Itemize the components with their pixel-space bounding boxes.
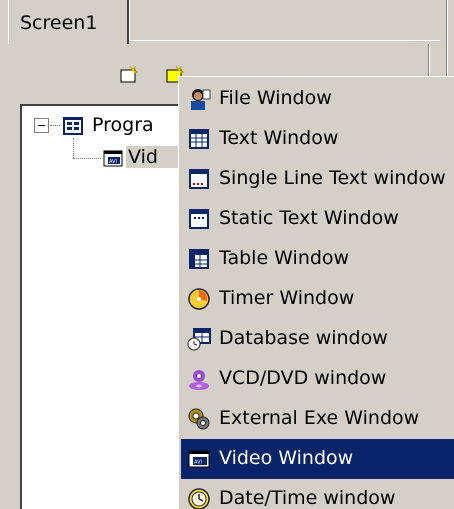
svg-text:AVI: AVI xyxy=(109,159,117,165)
single-line-text-icon xyxy=(187,167,211,191)
timer-icon xyxy=(187,287,211,311)
menu-item-date-time-window[interactable]: Date/Time window xyxy=(181,479,454,509)
menu-item-video-window[interactable]: AVI Video Window xyxy=(181,439,454,479)
menu-item-label: Table Window xyxy=(219,247,350,269)
menu-item-database-window[interactable]: Database window xyxy=(181,319,454,359)
grid-icon xyxy=(187,127,211,151)
menu-item-vcd-dvd-window[interactable]: VCD/DVD window xyxy=(181,359,454,399)
video-item-icon: AVI xyxy=(102,147,124,169)
menu-item-label: Static Text Window xyxy=(219,207,399,229)
svg-text:AVI: AVI xyxy=(194,460,202,466)
tree-item-video[interactable]: Vid xyxy=(126,146,182,168)
new-item-icon[interactable] xyxy=(118,64,140,86)
tab-edge xyxy=(129,0,130,40)
menu-item-label: VCD/DVD window xyxy=(219,367,387,389)
database-icon xyxy=(187,327,211,351)
gears-icon xyxy=(187,407,211,431)
menu-item-text-window[interactable]: Text Window xyxy=(181,119,454,159)
tab-screen1[interactable]: Screen1 xyxy=(8,0,129,44)
table-icon xyxy=(187,247,211,271)
menu-item-label: Text Window xyxy=(219,127,339,149)
collapse-toggle[interactable] xyxy=(34,118,49,133)
insert-window-menu: File Window Text Window Single Line Text… xyxy=(178,76,454,509)
static-text-icon xyxy=(187,207,211,231)
disc-player-icon xyxy=(187,367,211,391)
menu-item-label: Database window xyxy=(219,327,388,349)
menu-item-file-window[interactable]: File Window xyxy=(181,79,454,119)
menu-item-label: File Window xyxy=(219,87,332,109)
menu-item-static-text-window[interactable]: Static Text Window xyxy=(181,199,454,239)
person-icon xyxy=(187,87,211,111)
tab-divider xyxy=(129,40,449,41)
menu-item-label: Single Line Text window xyxy=(219,167,446,189)
video-icon: AVI xyxy=(187,447,211,471)
tab-label: Screen1 xyxy=(20,12,98,34)
menu-item-single-line-text-window[interactable]: Single Line Text window xyxy=(181,159,454,199)
menu-item-label: Date/Time window xyxy=(219,487,396,509)
menu-item-external-exe-window[interactable]: External Exe Window xyxy=(181,399,454,439)
menu-item-table-window[interactable]: Table Window xyxy=(181,239,454,279)
tree-item-program[interactable]: Progra xyxy=(92,114,154,136)
menu-item-label: Timer Window xyxy=(219,287,355,309)
program-icon xyxy=(62,115,84,137)
clock-icon xyxy=(187,487,211,509)
menu-item-label: Video Window xyxy=(219,447,354,469)
menu-item-timer-window[interactable]: Timer Window xyxy=(181,279,454,319)
menu-item-label: External Exe Window xyxy=(219,407,420,429)
